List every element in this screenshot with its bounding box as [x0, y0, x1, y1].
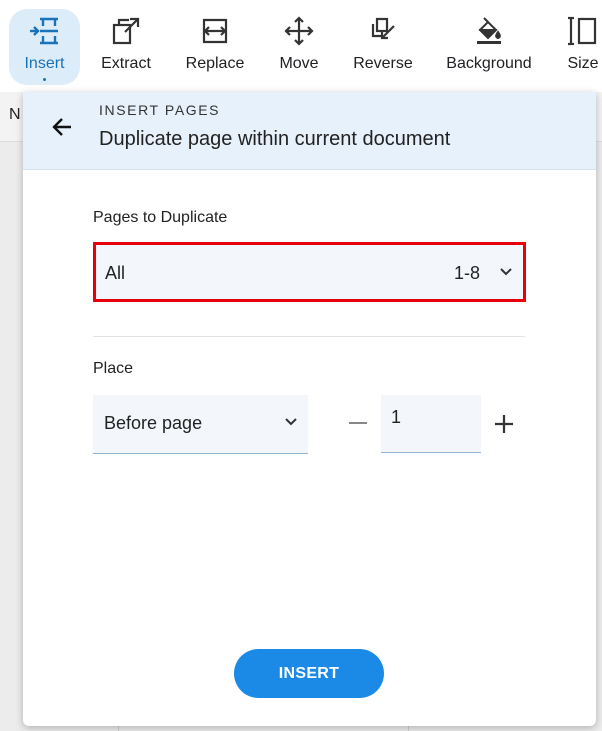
reverse-icon	[368, 9, 398, 53]
size-icon	[568, 9, 598, 53]
background-icon	[474, 9, 504, 53]
page-number-field[interactable]	[381, 395, 481, 453]
tool-label: Background	[446, 55, 532, 72]
extract-icon	[111, 9, 141, 53]
chevron-down-icon	[499, 265, 513, 284]
increment-button[interactable]	[492, 412, 516, 436]
tool-background[interactable]: Background	[444, 9, 534, 85]
page-number-input[interactable]	[381, 395, 481, 452]
tool-reverse[interactable]: Reverse	[350, 9, 416, 85]
place-select-value: Before page	[104, 413, 203, 433]
section-divider	[93, 336, 525, 337]
dialog-header: INSERT PAGES Duplicate page within curre…	[23, 92, 596, 170]
insert-button[interactable]: INSERT	[234, 649, 384, 698]
tool-label: Move	[279, 55, 319, 72]
chevron-down-icon	[284, 415, 298, 434]
plus-icon	[495, 415, 513, 433]
move-icon	[284, 9, 314, 53]
tool-extract[interactable]: Extract	[96, 9, 156, 85]
pages-to-duplicate-label: Pages to Duplicate	[93, 209, 228, 226]
place-select[interactable]: Before page	[93, 395, 308, 454]
insert-pages-dialog: INSERT PAGES Duplicate page within curre…	[23, 92, 596, 726]
decrement-button[interactable]	[347, 412, 369, 434]
tool-label: Replace	[185, 55, 245, 72]
back-button[interactable]	[49, 114, 75, 140]
replace-icon	[200, 9, 230, 53]
tool-label: Size	[567, 55, 599, 72]
underlying-text: N	[9, 106, 21, 123]
tool-label: Extract	[101, 55, 151, 72]
pages-range: 1-8	[453, 263, 480, 283]
active-indicator-dot	[43, 78, 46, 81]
minus-icon	[349, 422, 367, 424]
dialog-title: Duplicate page within current document	[99, 128, 451, 150]
place-label: Place	[93, 360, 134, 377]
arrow-left-icon	[52, 118, 71, 136]
dialog-overline: INSERT PAGES	[99, 102, 221, 118]
tool-label: Reverse	[353, 55, 413, 72]
pages-select[interactable]: All 1-8	[93, 242, 526, 302]
toolbar: Insert Extract Replace Move Reverse Back…	[0, 0, 602, 92]
tool-label: Insert	[24, 55, 65, 72]
tool-replace[interactable]: Replace	[183, 9, 247, 85]
tool-move[interactable]: Move	[274, 9, 324, 85]
pages-select-value: All	[105, 263, 126, 283]
tool-size[interactable]: Size	[564, 9, 602, 85]
tool-insert[interactable]: Insert	[9, 9, 80, 85]
insert-icon	[28, 9, 62, 53]
